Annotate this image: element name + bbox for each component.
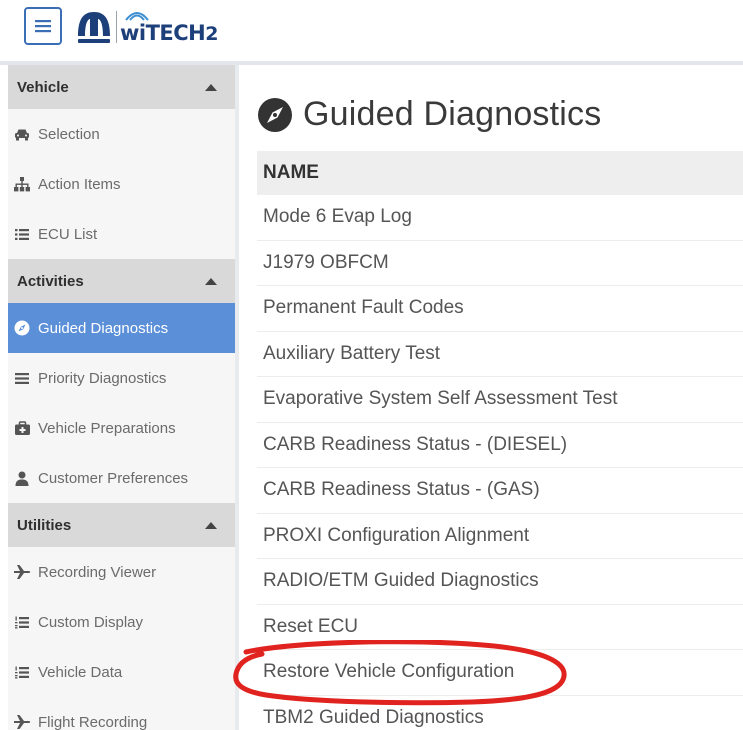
top-bar: wiTECH2 (0, 0, 743, 62)
sidebar-section-activities[interactable]: Activities (8, 259, 235, 303)
section-title: Utilities (17, 516, 72, 534)
sidebar-item-ecu-list[interactable]: ECU List (8, 209, 235, 259)
table-row[interactable]: Evaporative System Self Assessment Test (257, 377, 743, 423)
compass-icon (258, 97, 292, 132)
mopar-logo (78, 12, 110, 43)
sidebar-item-vehicle-preparations[interactable]: Vehicle Preparations (8, 403, 235, 453)
sidebar-item-label: Vehicle Data (38, 663, 123, 681)
numbered-list-icon (10, 612, 34, 632)
table-row[interactable]: TBM2 Guided Diagnostics (257, 696, 743, 730)
sidebar-item-flight-recording[interactable]: Flight Recording (8, 697, 235, 730)
column-header-name[interactable]: NAME (257, 151, 743, 195)
sitemap-icon (10, 174, 34, 194)
logo-divider (116, 11, 117, 43)
numbered-list-icon (10, 662, 34, 682)
diagnostics-table: NAME Mode 6 Evap Log J1979 OBFCM Permane… (257, 151, 743, 730)
table-row[interactable]: CARB Readiness Status - (DIESEL) (257, 423, 743, 468)
table-row[interactable]: RADIO/ETM Guided Diagnostics (257, 559, 743, 605)
table-row[interactable]: Permanent Fault Codes (257, 286, 743, 332)
sidebar-item-label: Guided Diagnostics (38, 319, 169, 337)
witech-version: 2 (205, 23, 218, 45)
plane-icon (10, 712, 34, 730)
sidebar-item-action-items[interactable]: Action Items (8, 159, 235, 209)
compass-icon (10, 318, 34, 338)
lines-icon (10, 368, 34, 388)
wifi-arcs-icon (125, 12, 149, 21)
table-row[interactable]: Reset ECU (257, 605, 743, 650)
sidebar-section-utilities[interactable]: Utilities (8, 503, 235, 547)
sidebar-item-vehicle-data[interactable]: Vehicle Data (8, 647, 235, 697)
sidebar-item-label: Recording Viewer (38, 563, 157, 581)
sidebar-item-label: ECU List (38, 225, 98, 243)
section-title: Activities (17, 272, 84, 290)
table-row-restore-vehicle-configuration[interactable]: Restore Vehicle Configuration (257, 650, 743, 696)
plane-icon (10, 562, 34, 582)
table-row[interactable]: Mode 6 Evap Log (257, 195, 743, 241)
sidebar-item-label: Vehicle Preparations (38, 419, 176, 437)
sidebar-section-vehicle[interactable]: Vehicle (8, 65, 235, 109)
sidebar-item-label: Custom Display (38, 613, 144, 631)
sidebar-item-label: Flight Recording (38, 713, 148, 730)
sidebar-item-priority-diagnostics[interactable]: Priority Diagnostics (8, 353, 235, 403)
main-content: Guided Diagnostics NAME Mode 6 Evap Log … (239, 65, 743, 730)
sidebar: Vehicle Selection Action Items ECU List … (8, 65, 235, 730)
hamburger-icon (35, 20, 51, 33)
sidebar-item-label: Customer Preferences (38, 469, 189, 487)
section-title: Vehicle (17, 78, 69, 96)
user-icon (10, 468, 34, 488)
medkit-icon (10, 418, 34, 438)
sidebar-item-recording-viewer[interactable]: Recording Viewer (8, 547, 235, 597)
caret-up-icon (205, 83, 217, 91)
sidebar-item-label: Selection (38, 125, 100, 143)
witech-logo: wiTECH2 (120, 8, 218, 46)
caret-up-icon (205, 521, 217, 529)
table-row[interactable]: CARB Readiness Status - (GAS) (257, 468, 743, 514)
sidebar-item-custom-display[interactable]: Custom Display (8, 597, 235, 647)
sidebar-item-guided-diagnostics[interactable]: Guided Diagnostics (8, 303, 235, 353)
witech-name: wiTECH (120, 21, 206, 45)
sidebar-item-label: Priority Diagnostics (38, 369, 167, 387)
table-row[interactable]: J1979 OBFCM (257, 241, 743, 286)
page-title-text: Guided Diagnostics (303, 95, 602, 133)
hamburger-menu-button[interactable] (24, 7, 62, 45)
car-icon (10, 124, 34, 144)
sidebar-item-label: Action Items (38, 175, 121, 193)
sidebar-item-selection[interactable]: Selection (8, 109, 235, 159)
caret-up-icon (205, 277, 217, 285)
sidebar-item-customer-preferences[interactable]: Customer Preferences (8, 453, 235, 503)
page-title: Guided Diagnostics (257, 95, 601, 134)
table-row[interactable]: Auxiliary Battery Test (257, 332, 743, 377)
table-row[interactable]: PROXI Configuration Alignment (257, 514, 743, 559)
list-icon (10, 224, 34, 244)
